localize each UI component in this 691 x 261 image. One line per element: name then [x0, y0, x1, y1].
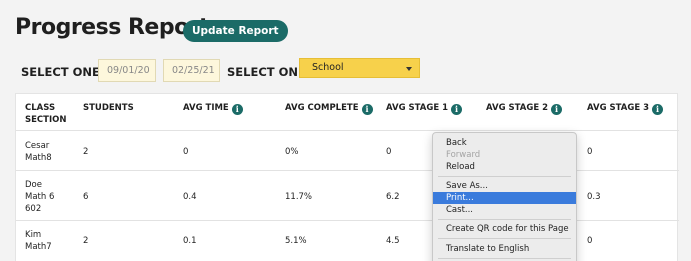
row-2-avg-time: 0.4 — [183, 192, 197, 202]
info-icon[interactable]: i — [551, 104, 563, 115]
menu-separator — [438, 238, 571, 239]
end-date-input[interactable]: 02/25/21 — [163, 59, 220, 82]
scope-select[interactable]: School — [299, 58, 420, 78]
row-divider — [16, 220, 679, 221]
menu-item-qr-code[interactable]: Create QR code for this Page — [433, 223, 576, 235]
row-3-avg-stage-1: 4.5 — [386, 236, 400, 246]
filter-row: SELECT ONE: 09/01/20 02/25/21 SELECT ONE… — [0, 56, 691, 84]
row-3-avg-time: 0.1 — [183, 236, 197, 246]
menu-item-translate[interactable]: Translate to English — [433, 243, 576, 255]
row-2-students: 6 — [83, 192, 89, 202]
row-1-avg-stage-1: 0 — [386, 147, 392, 157]
row-2-avg-stage-1: 6.2 — [386, 192, 400, 202]
chevron-down-icon — [406, 67, 412, 71]
start-date-input[interactable]: 09/01/20 — [98, 59, 156, 82]
info-icon[interactable]: i — [451, 104, 463, 115]
row-3-section: Kim Math7 — [25, 230, 52, 252]
menu-separator — [438, 176, 571, 177]
context-menu: Back Forward Reload Save As... Print... … — [432, 132, 577, 261]
header-avg-complete: AVG COMPLETE i — [285, 102, 373, 115]
menu-item-cast[interactable]: Cast... — [433, 204, 576, 216]
row-divider — [16, 170, 679, 171]
menu-item-save-as[interactable]: Save As... — [433, 180, 576, 192]
header-class-section: CLASS SECTION — [25, 103, 67, 125]
row-2-section: Doe Math 6 602 — [25, 180, 55, 214]
update-report-button[interactable]: Update Report — [183, 20, 288, 42]
row-1-students: 2 — [83, 147, 89, 157]
row-2-avg-stage-3: 0.3 — [587, 192, 601, 202]
row-3-avg-complete: 5.1% — [285, 236, 307, 246]
row-3-avg-stage-3: 0 — [587, 236, 593, 246]
info-icon[interactable]: i — [231, 104, 243, 115]
header-avg-stage-3: AVG STAGE 3i — [587, 102, 664, 115]
menu-separator — [438, 258, 571, 259]
header-avg-stage-2: AVG STAGE 2i — [486, 102, 563, 115]
header-avg-stage-1: AVG STAGE 1i — [386, 102, 463, 115]
info-icon[interactable]: i — [652, 104, 664, 115]
select-one-label-2: SELECT ONE: — [227, 65, 311, 79]
page-title: Progress Report — [15, 15, 210, 40]
row-2-avg-complete: 11.7% — [285, 192, 313, 202]
menu-item-back[interactable]: Back — [433, 137, 576, 149]
row-1-section: Cesar Math8 — [25, 141, 52, 163]
menu-item-print[interactable]: Print... — [433, 192, 576, 204]
row-1-avg-complete: 0% — [285, 147, 299, 157]
scope-select-value: School — [312, 62, 344, 73]
info-icon[interactable]: i — [361, 104, 373, 115]
select-one-label: SELECT ONE: — [21, 65, 105, 79]
row-3-students: 2 — [83, 236, 89, 246]
header-students: STUDENTS — [83, 103, 134, 113]
row-divider — [16, 130, 679, 131]
menu-item-forward: Forward — [446, 150, 481, 160]
progress-table: CLASS SECTION STUDENTS AVG TIME i AVG COM… — [15, 93, 679, 261]
menu-separator — [438, 219, 571, 220]
header-avg-time: AVG TIME i — [183, 102, 243, 115]
menu-item-reload[interactable]: Reload — [433, 161, 576, 173]
row-1-avg-stage-3: 0 — [587, 147, 593, 157]
row-1-avg-time: 0 — [183, 147, 189, 157]
